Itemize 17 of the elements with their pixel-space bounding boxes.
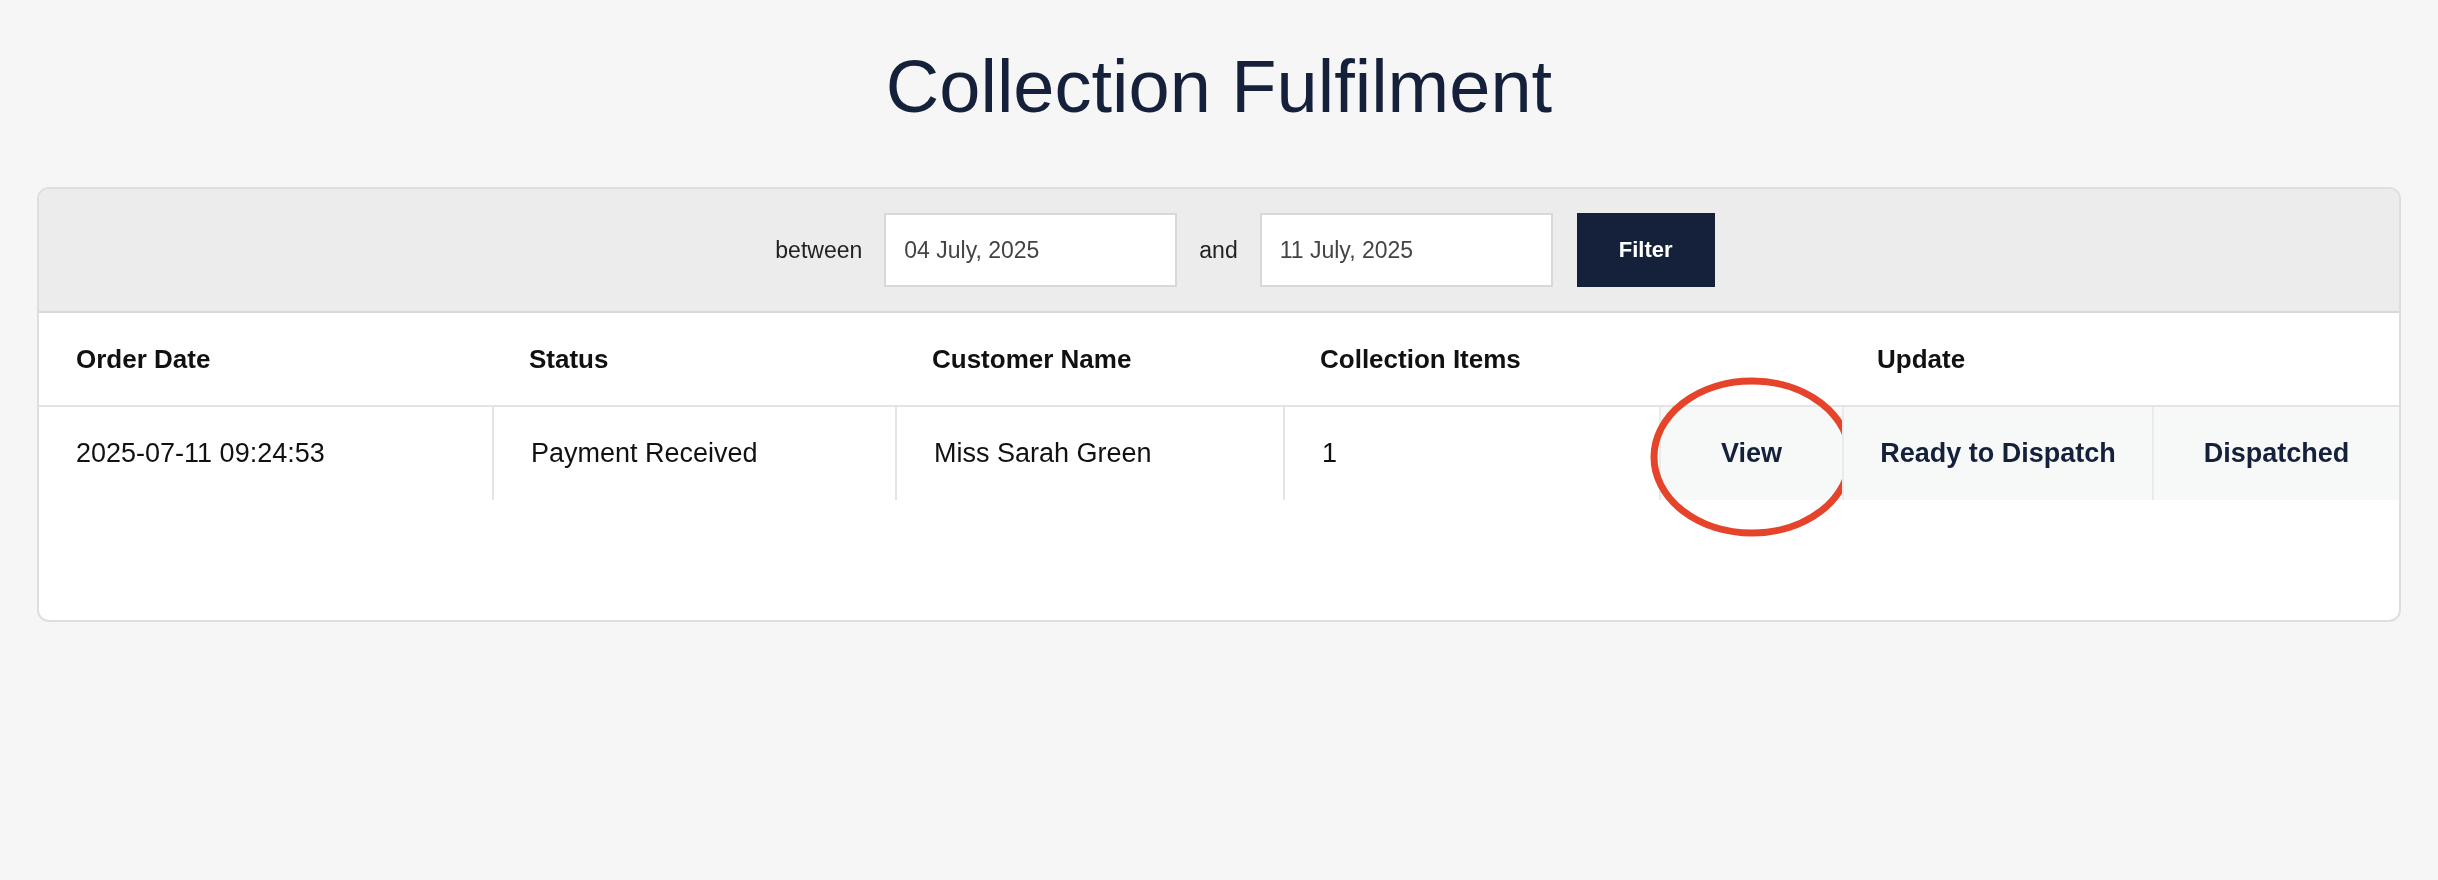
end-date-field[interactable]: 11 July, 2025 bbox=[1259, 213, 1553, 287]
page-title: Collection Fulfilment bbox=[884, 44, 1554, 130]
table-cell: Payment Received bbox=[492, 407, 895, 500]
filter-button[interactable]: Filter bbox=[1576, 213, 1715, 287]
action-button[interactable]: Dispatched bbox=[2152, 407, 2399, 500]
table-cell-text: 2025-07-11 09:24:53 bbox=[75, 437, 326, 470]
column-header: Update bbox=[1876, 343, 1967, 375]
start-date-field[interactable]: 04 July, 2025 bbox=[884, 213, 1178, 287]
to-label: and bbox=[1199, 236, 1238, 264]
column-header: Customer Name bbox=[931, 343, 1133, 375]
action-button[interactable]: Ready to Dispatch bbox=[1842, 407, 2152, 500]
table-cell: Miss Sarah Green bbox=[895, 407, 1283, 500]
column-header: Status bbox=[528, 343, 610, 375]
from-label: between bbox=[775, 236, 863, 264]
column-header: Collection Items bbox=[1319, 343, 1522, 375]
action-button[interactable]: View bbox=[1659, 407, 1842, 500]
column-header: Order Date bbox=[75, 343, 212, 375]
